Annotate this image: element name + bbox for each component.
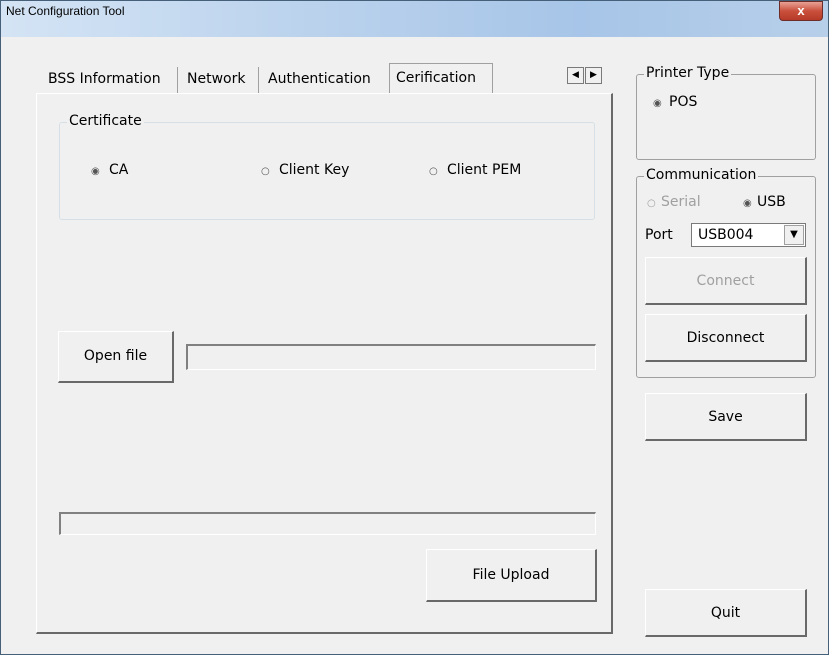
radio-ca-label: CA	[109, 162, 129, 178]
connect-button[interactable]: Connect	[645, 257, 807, 305]
printer-type-group	[636, 74, 816, 160]
radio-unselected-icon: ○	[647, 198, 656, 209]
certificate-group-label: Certificate	[67, 113, 144, 129]
window-title: Net Configuration Tool	[6, 4, 125, 18]
port-select[interactable]: USB004 ▼	[691, 223, 806, 247]
radio-client-pem-label: Client PEM	[447, 162, 522, 178]
radio-client-pem[interactable]: ○ Client PEM	[429, 162, 521, 178]
upload-progress-bar	[59, 512, 596, 535]
disconnect-button[interactable]: Disconnect	[645, 314, 807, 362]
tab-network[interactable]: Network	[179, 67, 259, 93]
close-button[interactable]: x	[779, 1, 823, 21]
radio-serial[interactable]: ○ Serial	[647, 194, 701, 210]
file-path-field[interactable]	[186, 344, 596, 370]
radio-pos-label: POS	[669, 94, 698, 110]
tab-scroll-left-button[interactable]: ◀	[567, 67, 584, 84]
radio-serial-label: Serial	[661, 194, 701, 210]
save-button[interactable]: Save	[645, 393, 807, 441]
radio-usb-label: USB	[757, 194, 786, 210]
port-select-value: USB004	[698, 227, 754, 243]
tab-bss-information[interactable]: BSS Information	[40, 67, 178, 93]
radio-pos[interactable]: ◉ POS	[653, 94, 697, 110]
radio-unselected-icon: ○	[261, 166, 270, 177]
port-label: Port	[645, 227, 673, 243]
tab-cerification[interactable]: Cerification	[389, 63, 493, 94]
title-bar[interactable]: Net Configuration Tool x	[1, 1, 828, 37]
printer-type-group-label: Printer Type	[644, 65, 732, 81]
radio-client-key[interactable]: ○ Client Key	[261, 162, 349, 178]
file-upload-button[interactable]: File Upload	[426, 549, 597, 602]
open-file-button[interactable]: Open file	[58, 331, 174, 383]
radio-selected-icon: ◉	[743, 198, 752, 209]
radio-client-key-label: Client Key	[279, 162, 350, 178]
tab-authentication[interactable]: Authentication	[260, 67, 389, 93]
radio-selected-icon: ◉	[653, 98, 662, 109]
radio-unselected-icon: ○	[429, 166, 438, 177]
radio-usb[interactable]: ◉ USB	[743, 194, 786, 210]
radio-ca[interactable]: ◉ CA	[91, 162, 128, 178]
tab-scroll-right-button[interactable]: ▶	[585, 67, 602, 84]
chevron-down-icon[interactable]: ▼	[784, 225, 804, 245]
quit-button[interactable]: Quit	[645, 589, 807, 637]
app-window: Net Configuration Tool x BSS Information…	[0, 0, 829, 655]
communication-group-label: Communication	[644, 167, 759, 183]
radio-selected-icon: ◉	[91, 166, 100, 177]
